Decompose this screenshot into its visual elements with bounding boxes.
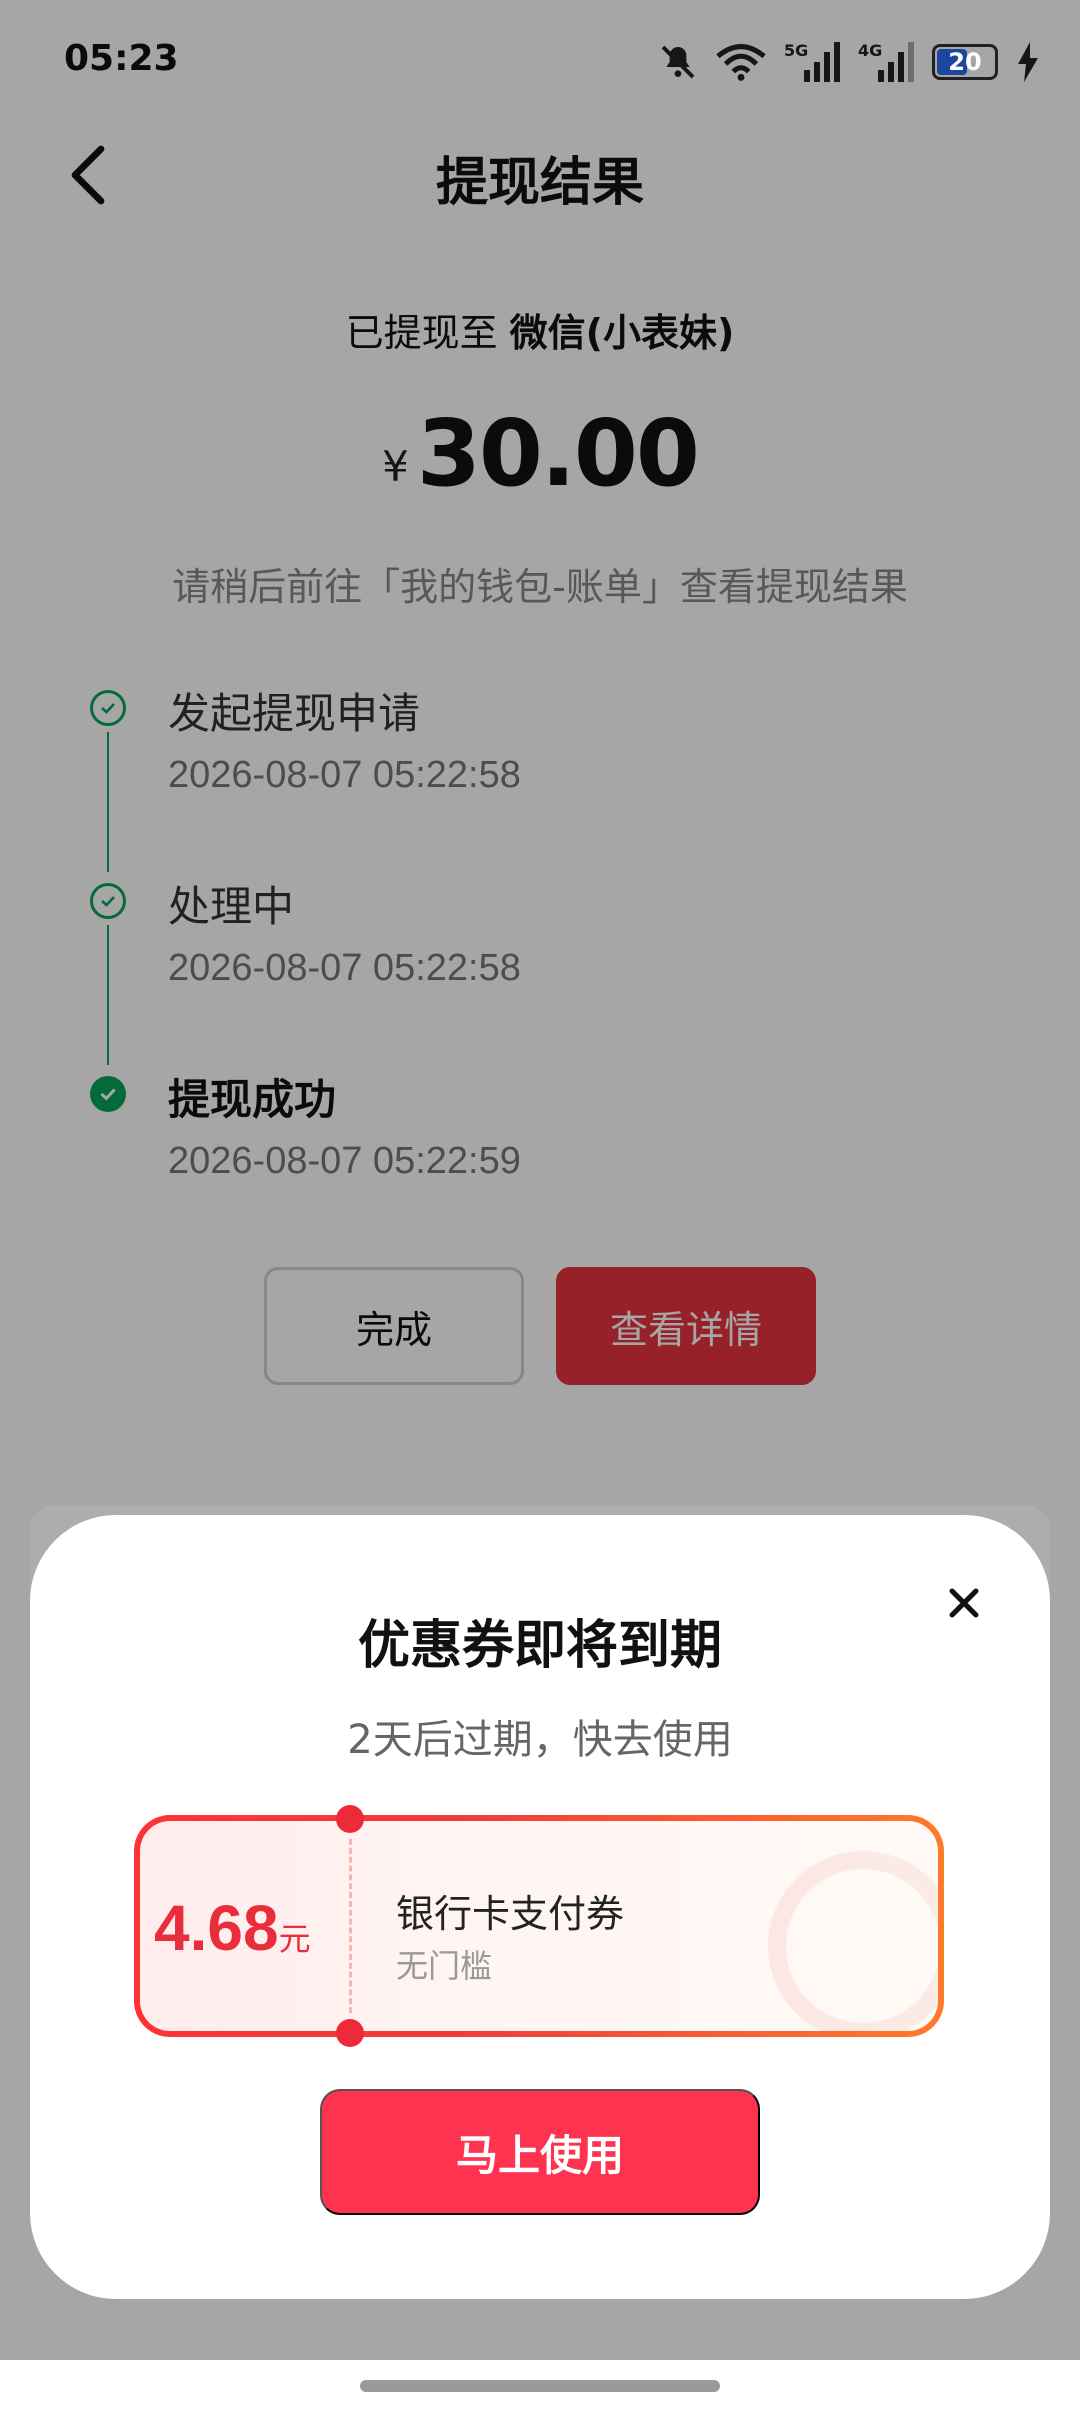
coupon-amount: 4.68元 [154, 1891, 344, 1965]
navigation-bar [0, 2362, 1080, 2412]
coupon-notch-top [336, 1805, 364, 1833]
coupon-threshold: 无门槛 [396, 1947, 493, 1985]
coupon-watermark [768, 1851, 938, 2031]
coupon-card[interactable]: 4.68元 银行卡支付券 无门槛 [134, 1805, 944, 2047]
coupon-name: 银行卡支付券 [396, 1892, 625, 1936]
coupon-value: 4.68 [154, 1892, 279, 1964]
modal-subtitle: 2天后过期，快去使用 [347, 1717, 733, 1763]
modal-title: 优惠券即将到期 [357, 1616, 722, 1676]
use-now-button[interactable]: 马上使用 [320, 2089, 760, 2215]
battery-level: 20 [948, 48, 982, 76]
coupon-body: 4.68元 银行卡支付券 无门槛 [140, 1821, 938, 2031]
coupon-divider [349, 1839, 352, 2013]
coupon-expiry-modal: 优惠券即将到期 2天后过期，快去使用 4.68元 银行卡支付券 无门槛 马上使用 [30, 1515, 1050, 2299]
coupon-unit: 元 [278, 1921, 311, 1957]
withdraw-result-screen: 05:23 5G 4G 20 提现结果 已提现至 微信(小表妹) ¥30.00 … [0, 0, 1080, 2412]
home-indicator[interactable] [360, 2380, 720, 2392]
coupon-notch-bottom [336, 2019, 364, 2047]
